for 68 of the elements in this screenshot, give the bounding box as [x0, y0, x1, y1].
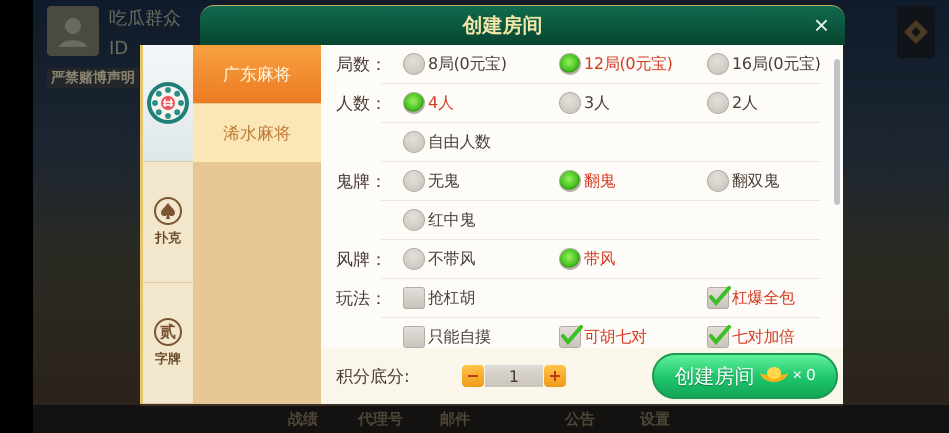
radio-button[interactable] [403, 92, 425, 114]
rule-label: 鬼牌： [336, 170, 388, 192]
medallion-icon [146, 81, 190, 125]
radio-button[interactable] [707, 92, 729, 114]
create-room-button[interactable]: 创建房间 × 0 [652, 353, 838, 399]
spade-icon [154, 197, 182, 225]
option-label: 带风 [584, 248, 616, 270]
nav-item[interactable]: 代理号 [358, 410, 440, 428]
checkbox[interactable] [403, 287, 425, 309]
score-label: 积分底分: [336, 366, 411, 388]
option-label: 可胡七对 [584, 326, 647, 348]
option-label: 翻双鬼 [732, 170, 780, 192]
checkbox[interactable] [403, 326, 425, 348]
option-label: 不带风 [428, 248, 476, 270]
nav-item[interactable]: 设置 [640, 410, 700, 428]
option-label: 16局(0元宝) [732, 54, 821, 74]
checkbox[interactable] [559, 326, 581, 348]
option-label: 4人 [428, 92, 454, 114]
radio-button[interactable] [559, 170, 581, 192]
plus-icon [549, 370, 561, 382]
radio-button[interactable] [403, 170, 425, 192]
radio-button[interactable] [403, 53, 425, 75]
option-label: 自由人数 [428, 132, 491, 152]
score-value[interactable]: 1 [485, 365, 543, 387]
option-label: 只能自摸 [428, 326, 491, 348]
radio-button[interactable] [559, 53, 581, 75]
nav-item[interactable]: 公告 [565, 410, 640, 428]
plus-button[interactable] [544, 365, 566, 387]
checkbox[interactable] [707, 326, 729, 348]
option-label: 翻鬼 [584, 170, 616, 192]
rule-label: 人数： [336, 92, 388, 114]
radio-button[interactable] [707, 53, 729, 75]
nav-item[interactable]: 邮件 [440, 410, 565, 428]
radio-button[interactable] [403, 248, 425, 270]
close-button[interactable]: × [810, 12, 833, 38]
radio-button[interactable] [559, 92, 581, 114]
option-label: 七对加倍 [732, 326, 795, 348]
nav-item[interactable]: 战绩 [288, 410, 358, 428]
minus-button[interactable] [462, 365, 484, 387]
option-label: 2人 [732, 92, 758, 114]
option-label: 3人 [584, 92, 610, 114]
option-label: 无鬼 [428, 170, 460, 192]
glyph-badge: 贰 [154, 318, 182, 346]
dialog-title: 创建房间 [462, 12, 542, 39]
rule-label: 风牌： [336, 248, 388, 270]
option-label: 红中鬼 [428, 210, 476, 230]
notice-link[interactable]: 严禁赌博声明 [47, 68, 139, 88]
radio-button[interactable] [559, 248, 581, 270]
game-tab[interactable]: 广东麻将 [193, 45, 321, 104]
option-label: 8局(0元宝) [428, 54, 507, 74]
corner-button[interactable] [897, 6, 935, 58]
scrollbar-thumb[interactable] [834, 59, 840, 205]
rule-label: 局数： [336, 54, 388, 76]
category-label: 扑克 [155, 230, 181, 247]
radio-button[interactable] [403, 209, 425, 231]
option-label: 12局(0元宝) [584, 54, 673, 74]
option-label: 杠爆全包 [732, 288, 795, 308]
checkbox[interactable] [707, 287, 729, 309]
radio-button[interactable] [707, 170, 729, 192]
option-label: 抢杠胡 [428, 288, 476, 308]
diamond-icon [903, 19, 929, 45]
player-name: 吃瓜群众 [109, 7, 181, 30]
player-id: ID [109, 38, 130, 59]
category-tab[interactable] [143, 45, 193, 162]
game-tab[interactable]: 浠水麻将 [193, 104, 321, 163]
category-label: 字牌 [155, 350, 181, 368]
rule-label: 玩法： [336, 288, 388, 310]
radio-button[interactable] [403, 131, 425, 153]
